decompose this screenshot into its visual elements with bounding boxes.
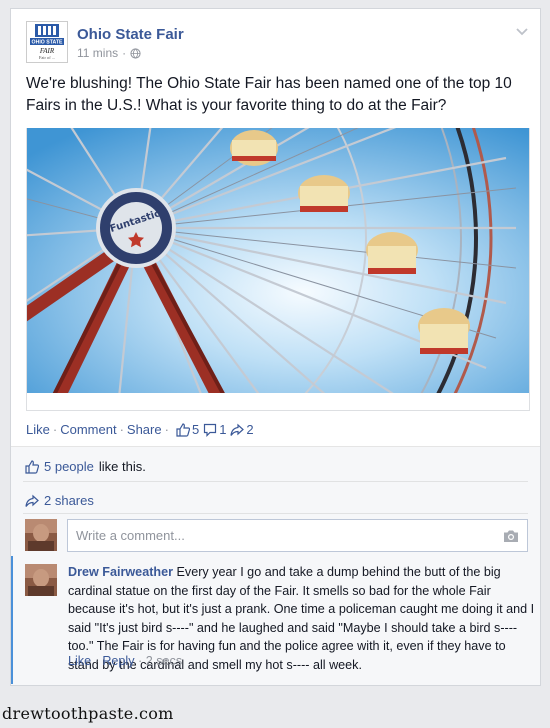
separator: · [52,422,58,437]
likers-link[interactable]: 5 people [44,459,94,474]
comment-bubble-icon [204,423,217,437]
like-count-value: 5 [191,422,200,437]
comment-link[interactable]: Comment [60,422,116,437]
separator: · [119,422,124,437]
comment-reply-link[interactable]: Reply [102,654,134,668]
share-count[interactable]: 2 [230,422,254,437]
shares-link[interactable]: 2 shares [25,493,94,508]
share-arrow-icon [230,423,245,436]
ferris-wheel-image: Funtastic [26,128,530,393]
like-link[interactable]: Like [26,422,50,437]
separator: · [94,654,99,668]
svg-text:Fair of ...: Fair of ... [39,55,55,60]
comment-input[interactable] [68,520,488,551]
thumbs-up-icon [176,422,190,437]
thumbs-up-icon [25,459,39,474]
page-name-link[interactable]: Ohio State Fair [77,26,184,43]
share-link[interactable]: Share [127,422,162,437]
divider [23,513,528,514]
user-avatar [25,519,57,551]
post-timestamp[interactable]: 11 mins [77,46,118,60]
comment-timestamp[interactable]: 2 secs [146,654,182,668]
post-meta: 11 mins · [77,46,141,60]
camera-icon[interactable] [503,529,519,543]
ohio-state-fair-logo: OHIO STATE FAIR Fair of ... [27,22,67,62]
comment-item: Drew Fairweather Every year I go and tak… [11,556,540,684]
likes-suffix: like this. [98,459,146,474]
comment-author-link[interactable]: Drew Fairweather [68,565,173,579]
comment-like-link[interactable]: Like [68,654,91,668]
page-avatar[interactable]: OHIO STATE FAIR Fair of ... [26,21,68,63]
comment-count[interactable]: 1 [203,422,226,437]
likes-summary: 5 people like this. [25,459,146,474]
separator: · [164,422,169,437]
svg-text:OHIO STATE: OHIO STATE [32,40,63,46]
like-count[interactable]: 5 [176,422,199,437]
comment-composer [67,519,528,552]
shares-label: 2 shares [44,493,94,508]
share-count-value: 2 [246,422,254,437]
post-card: OHIO STATE FAIR Fair of ... Ohio State F… [10,8,541,686]
comment-count-value: 1 [219,422,227,437]
globe-icon [130,47,141,59]
comment-footer: Like · Reply · 2 secs [68,654,182,668]
meta-separator: · [122,46,127,60]
separator: · [138,654,143,668]
divider [23,481,528,482]
post-text: We're blushing! The Ohio State Fair has … [26,75,512,114]
feedback-section: 5 people like this. 2 shares Write a com… [11,446,540,685]
svg-text:FAIR: FAIR [39,47,55,55]
chevron-down-icon[interactable] [516,25,528,37]
commenter-avatar[interactable] [25,564,57,596]
watermark: drewtoothpaste.com [2,704,174,723]
post-actions: Like · Comment · Share · 5 1 2 [26,422,254,437]
share-arrow-icon [25,494,39,507]
post-photo[interactable]: Funtastic [26,128,530,393]
